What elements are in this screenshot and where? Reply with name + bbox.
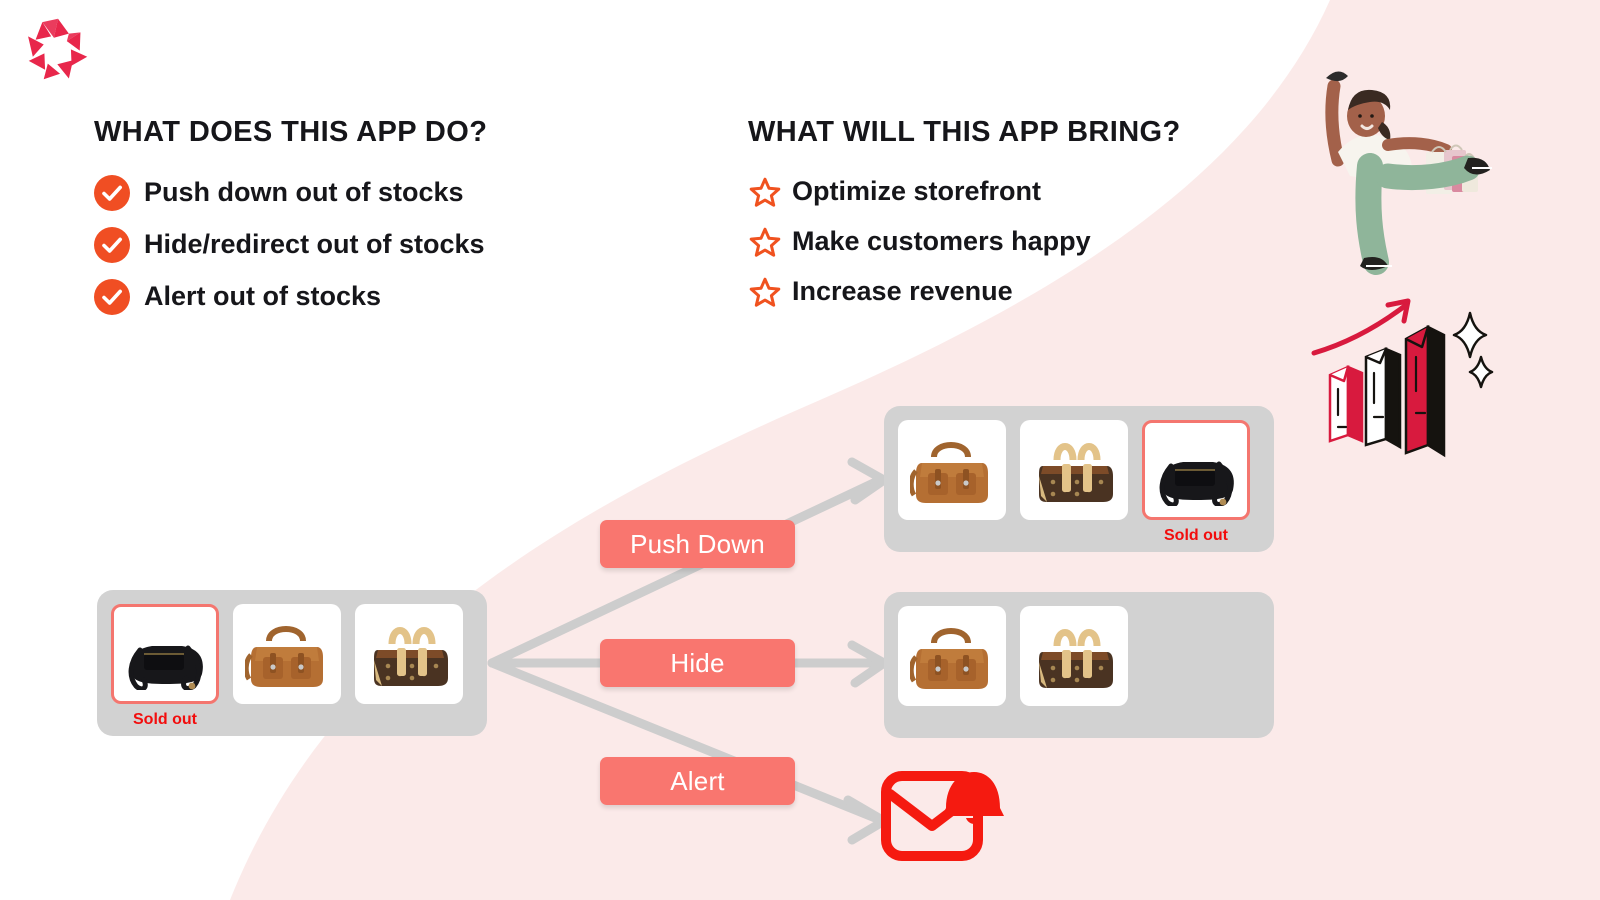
- push-down-badge[interactable]: Push Down: [600, 520, 795, 568]
- shopper-woman-illustration: [1325, 71, 1492, 275]
- list-item-label: Push down out of stocks: [144, 177, 464, 208]
- list-item-label: Optimize storefront: [792, 176, 1042, 207]
- page-title-left: WHAT DOES THIS APP DO?: [94, 116, 488, 148]
- check-circle-icon: [94, 227, 130, 263]
- pinwheel-star-logo[interactable]: [24, 16, 92, 84]
- monogram-bowler-bag-image: [374, 627, 448, 686]
- list-item-label: Increase revenue: [792, 276, 1013, 307]
- product-tile-black-crossbody[interactable]: Sold out: [111, 604, 219, 728]
- list-item: Make customers happy: [748, 225, 1268, 259]
- list-item: Hide/redirect out of stocks: [94, 227, 714, 263]
- list-item: Alert out of stocks: [94, 279, 714, 315]
- check-circle-icon: [94, 175, 130, 211]
- benefit-list: Optimize storefront Make customers happy…: [748, 175, 1268, 309]
- product-tile-monogram-bowler[interactable]: [1020, 606, 1128, 706]
- tan-satchel-bag-image: [245, 626, 323, 687]
- slide-canvas: WHAT DOES THIS APP DO? Push down out of …: [0, 0, 1600, 900]
- black-crossbody-bag-image: [128, 645, 203, 690]
- tan-satchel-bag-image: [910, 628, 988, 689]
- hide-result-grid[interactable]: [884, 592, 1274, 738]
- tan-satchel-bag-image: [910, 442, 988, 503]
- feature-list: Push down out of stocks Hide/redirect ou…: [94, 175, 714, 315]
- what-will-app-bring-column: WHAT WILL THIS APP BRING? Optimize store…: [748, 116, 1268, 325]
- what-does-app-do-column: WHAT DOES THIS APP DO? Push down out of …: [94, 116, 714, 331]
- star-outline-icon: [749, 177, 781, 207]
- monogram-bowler-bag-image: [1039, 443, 1113, 502]
- product-tile-monogram-bowler[interactable]: [355, 604, 463, 704]
- email-bell-alert-icon[interactable]: [880, 760, 1005, 865]
- product-tile-tan-satchel[interactable]: [898, 606, 1006, 706]
- list-item-label: Alert out of stocks: [144, 281, 382, 312]
- star-outline-icon: [749, 227, 781, 257]
- page-title-right: WHAT WILL THIS APP BRING?: [748, 116, 1181, 148]
- list-item-label: Hide/redirect out of stocks: [144, 229, 485, 260]
- product-tile-monogram-bowler[interactable]: [1020, 420, 1128, 520]
- alert-badge[interactable]: Alert: [600, 757, 795, 805]
- list-item-label: Make customers happy: [792, 226, 1091, 257]
- source-product-grid[interactable]: Sold out: [97, 590, 487, 736]
- status-badge: Sold out: [1164, 527, 1228, 544]
- black-crossbody-bag-image: [1159, 461, 1234, 506]
- status-badge: Sold out: [133, 711, 197, 728]
- star-outline-icon: [749, 277, 781, 307]
- list-item: Push down out of stocks: [94, 175, 714, 211]
- check-circle-icon: [94, 279, 130, 315]
- product-tile-black-crossbody[interactable]: Sold out: [1142, 420, 1250, 544]
- product-tile-tan-satchel[interactable]: [898, 420, 1006, 520]
- push-down-result-grid[interactable]: Sold out: [884, 406, 1274, 552]
- hide-badge[interactable]: Hide: [600, 639, 795, 687]
- product-tile-tan-satchel[interactable]: [233, 604, 341, 704]
- monogram-bowler-bag-image: [1039, 629, 1113, 688]
- list-item: Optimize storefront: [748, 175, 1268, 209]
- list-item: Increase revenue: [748, 275, 1268, 309]
- growth-bar-chart-illustration: [1311, 298, 1494, 458]
